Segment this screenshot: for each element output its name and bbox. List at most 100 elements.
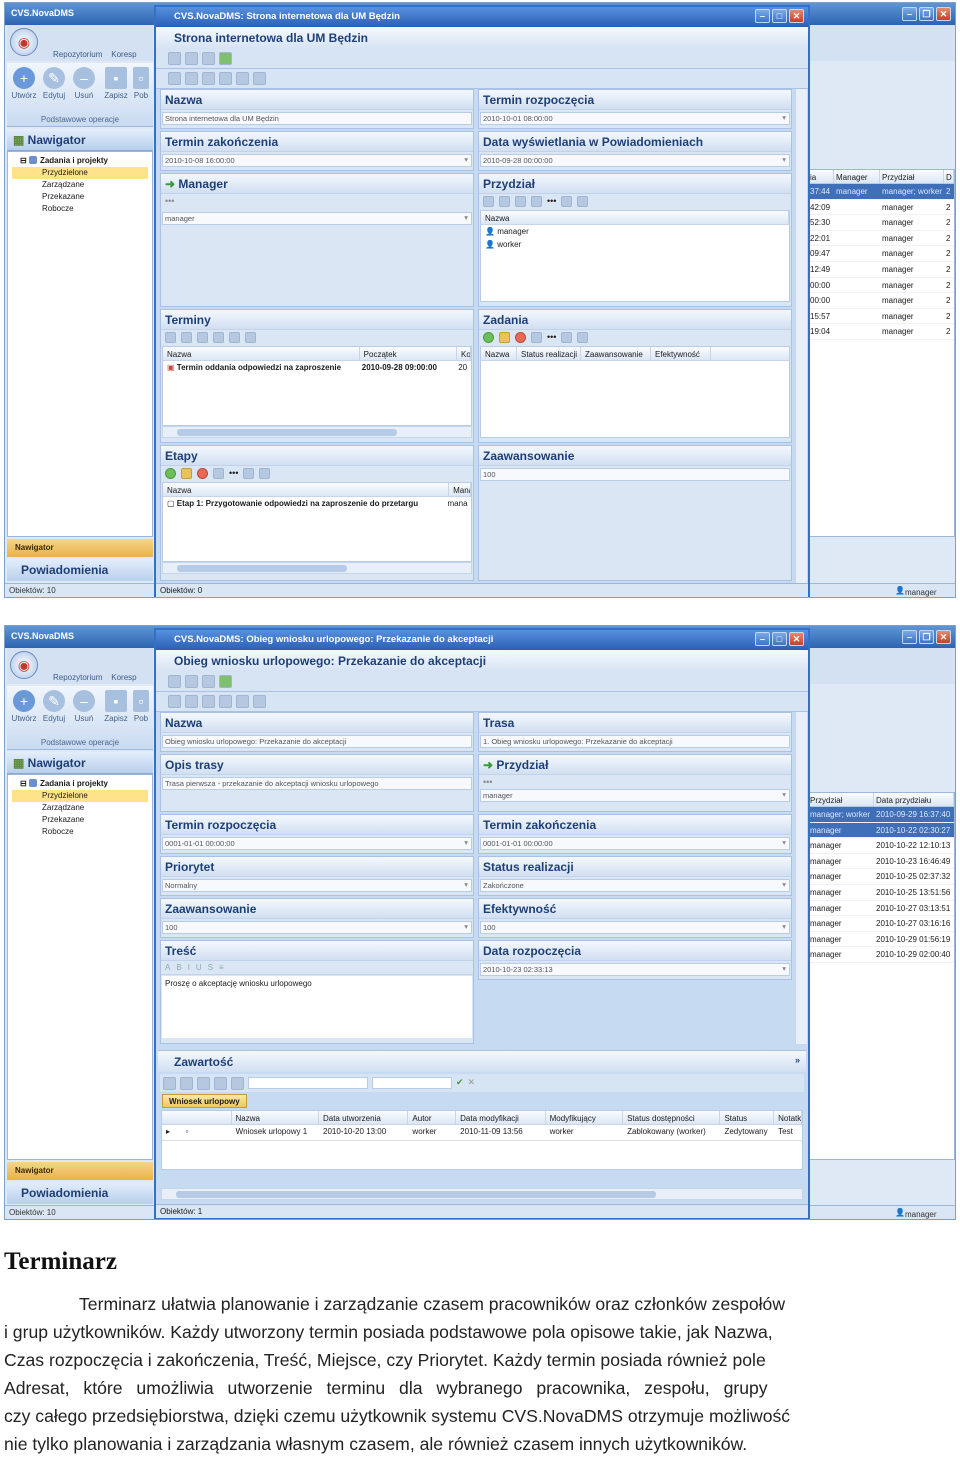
save-icon[interactable]	[168, 52, 181, 65]
start-time-input[interactable]: 2010-10-23 02:33:13	[480, 963, 790, 976]
tree-item-assigned[interactable]: Przydzielone	[12, 167, 148, 179]
table-col[interactable]: Status	[720, 1111, 775, 1124]
tree-item-assigned[interactable]: Przydzielone	[12, 790, 148, 802]
table-col[interactable]: Modyfikujący	[546, 1111, 624, 1124]
more-icon[interactable]: •••	[483, 777, 492, 787]
list-col[interactable]: Nazwa	[163, 347, 360, 360]
more-icon[interactable]: •••	[229, 468, 238, 480]
table-row[interactable]: manager 2010-10-27 03:13:51	[808, 901, 954, 917]
notifications-header[interactable]: Powiadomienia	[7, 559, 153, 581]
name-input[interactable]: Strona internetowa dla UM Będzin	[162, 112, 472, 125]
minimize-icon[interactable]: –	[902, 630, 917, 644]
manager-input[interactable]: manager	[162, 212, 472, 225]
edit-button[interactable]: ✎ Edytuj	[39, 690, 69, 723]
lock-icon[interactable]	[202, 52, 215, 65]
tree-root[interactable]: ⊟ Zadania i projekty	[12, 778, 148, 790]
check-icon[interactable]: ✔	[456, 1077, 464, 1089]
info-icon[interactable]	[213, 332, 224, 343]
remove-icon[interactable]	[197, 468, 208, 479]
tree-item-managed[interactable]: Zarządzane	[12, 179, 148, 191]
tree-item-forwarded[interactable]: Przekazane	[12, 191, 148, 203]
refresh-icon[interactable]	[219, 675, 232, 688]
restore-icon[interactable]: ❐	[919, 630, 934, 644]
create-button[interactable]: + Utwórz	[9, 690, 39, 723]
grid-col[interactable]: D	[944, 170, 954, 183]
add-icon[interactable]	[163, 1077, 176, 1090]
sign-icon[interactable]	[236, 695, 249, 708]
save-button[interactable]: ▪ Zapisz	[101, 67, 131, 100]
minimize-icon[interactable]: –	[902, 7, 917, 21]
info-icon[interactable]	[531, 196, 542, 207]
tab-repository[interactable]: Repozytorium	[53, 673, 102, 682]
table-col[interactable]: Data utworzenia	[319, 1111, 409, 1124]
tree-item-forwarded[interactable]: Przekazane	[12, 814, 148, 826]
italic-icon[interactable]: I	[188, 963, 196, 972]
horizontal-scrollbar[interactable]	[162, 426, 472, 438]
dialog-scrollbar[interactable]	[795, 89, 807, 583]
horizontal-scrollbar[interactable]	[161, 1188, 803, 1200]
close-icon[interactable]: ✕	[936, 7, 951, 21]
route-input[interactable]: 1. Obieg wniosku urlopowego: Przekazanie…	[480, 735, 790, 748]
info-icon[interactable]	[531, 332, 542, 343]
app-menu-orb[interactable]: ◉	[10, 28, 38, 56]
next-icon[interactable]	[168, 695, 181, 708]
edit-icon[interactable]	[499, 332, 510, 343]
align-icon[interactable]: ≡	[219, 963, 230, 972]
tree-item-drafts[interactable]: Robocze	[12, 203, 148, 215]
print-icon[interactable]	[185, 675, 198, 688]
close-icon[interactable]: ✕	[789, 632, 804, 646]
maximize-icon[interactable]: □	[772, 632, 787, 646]
table-row[interactable]: 00:00 manager 2	[808, 278, 954, 294]
clear-icon[interactable]: ✕	[468, 1077, 476, 1089]
tree-item-managed[interactable]: Zarządzane	[12, 802, 148, 814]
table-row[interactable]: 15:57 manager 2	[808, 309, 954, 325]
add-icon[interactable]	[165, 332, 176, 343]
app-menu-orb[interactable]: ◉	[10, 651, 38, 679]
print-icon[interactable]	[185, 52, 198, 65]
list-col[interactable]: Nazwa	[163, 483, 450, 496]
table-row[interactable]: manager 2010-10-23 16:46:49	[808, 854, 954, 870]
collapse-icon[interactable]: »	[795, 1055, 800, 1065]
list-item[interactable]: ▢ Etap 1: Przygotowanie odpowiedzi na za…	[163, 497, 471, 510]
list-icon[interactable]	[245, 332, 256, 343]
accept-icon[interactable]	[202, 695, 215, 708]
forward-icon[interactable]	[185, 695, 198, 708]
edit-icon[interactable]	[181, 332, 192, 343]
grid-col[interactable]: Manager	[834, 170, 880, 183]
save-icon[interactable]	[214, 1077, 227, 1090]
bold-icon[interactable]: B	[176, 963, 187, 972]
tab-correspondence[interactable]: Koresp	[111, 50, 136, 59]
name-input[interactable]: Obieg wniosku urlopowego: Przekazanie do…	[162, 735, 472, 748]
list-icon[interactable]	[577, 196, 589, 207]
content-header[interactable]: Zawartość »	[158, 1050, 806, 1072]
list-col[interactable]: Mana	[449, 483, 471, 496]
list-item[interactable]: 👤 worker	[481, 238, 789, 251]
table-row[interactable]: 12:49 manager 2	[808, 262, 954, 278]
table-row[interactable]: manager 2010-10-29 01:56:19	[808, 932, 954, 948]
more-icon[interactable]: •••	[165, 196, 174, 208]
list-icon[interactable]	[577, 332, 589, 343]
remove-icon[interactable]	[197, 1077, 210, 1090]
grid-icon[interactable]	[561, 332, 573, 343]
display-date-input[interactable]: 2010-09-28 00:00:00	[480, 154, 790, 167]
table-row[interactable]: 22:01 manager 2	[808, 231, 954, 247]
play-icon[interactable]	[202, 72, 215, 85]
grid-col[interactable]: Przydział	[808, 793, 874, 806]
strike-icon[interactable]: S	[208, 963, 219, 972]
add-icon[interactable]	[483, 332, 494, 343]
tab-correspondence[interactable]: Koresp	[111, 673, 136, 682]
grid-icon[interactable]	[561, 196, 573, 207]
tab-leave-request[interactable]: Wniosek urlopowy	[162, 1094, 247, 1108]
assignment-input[interactable]: manager	[480, 789, 790, 802]
notifications-header[interactable]: Powiadomienia	[7, 1182, 153, 1204]
start-date-input[interactable]: 0001-01-01 00:00:00	[162, 837, 472, 850]
more-icon[interactable]: •••	[547, 332, 556, 344]
list-icon[interactable]	[259, 468, 271, 479]
start-date-input[interactable]: 2010-10-01 08:00:00	[480, 112, 790, 125]
table-row[interactable]: manager 2010-10-22 02:30:27	[808, 822, 954, 839]
grid-col[interactable]: ia	[808, 170, 834, 183]
help-icon[interactable]	[253, 695, 266, 708]
remove-icon[interactable]	[515, 332, 526, 343]
priority-select[interactable]: Normalny	[162, 879, 472, 892]
list-col[interactable]: Nazwa	[481, 347, 517, 360]
